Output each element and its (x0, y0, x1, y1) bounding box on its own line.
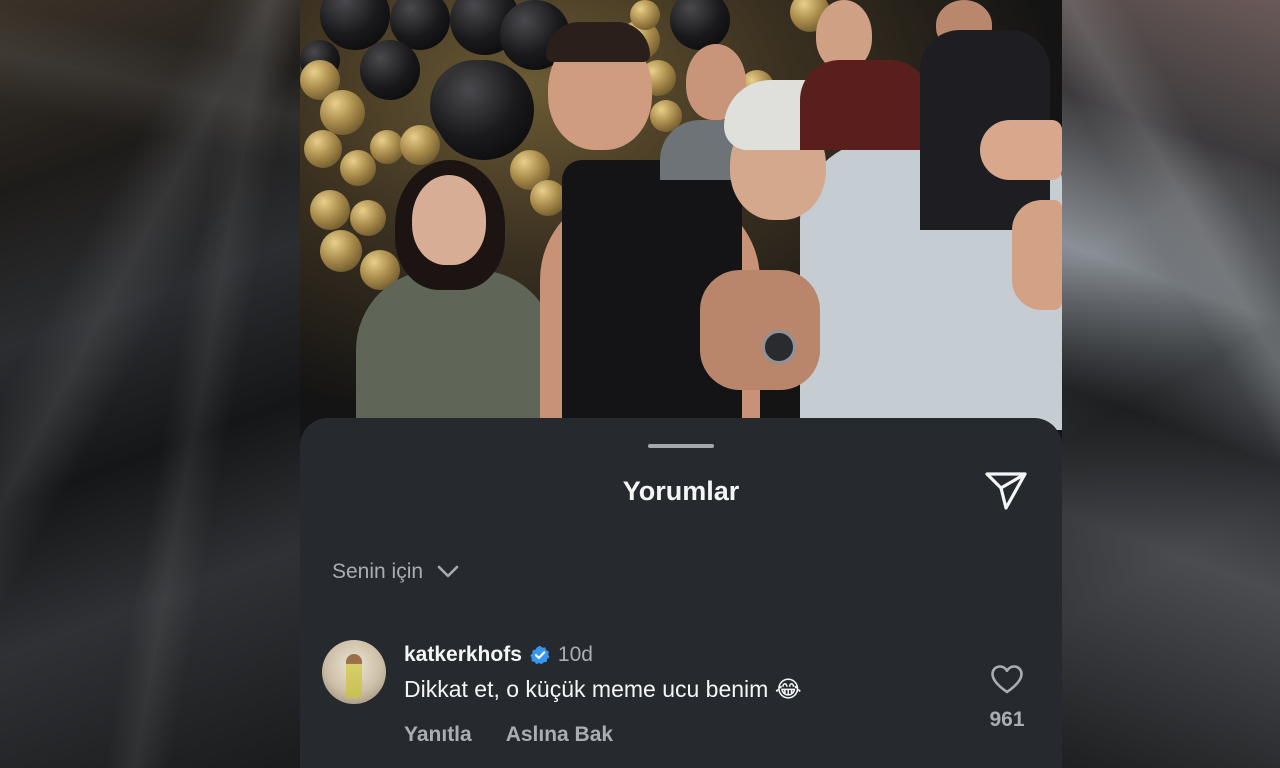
balloon (320, 90, 365, 135)
avatar-figure (346, 654, 362, 698)
comments-sheet: Yorumlar Senin için katkerkhofs 10d Dikk… (300, 418, 1062, 768)
comment-actions: Yanıtla Aslına Bak (404, 723, 613, 747)
comment-item: katkerkhofs 10d Dikkat et, o küçük meme … (322, 640, 1040, 768)
person-hand (980, 120, 1062, 180)
balloon (340, 150, 376, 186)
person-body (800, 60, 930, 150)
balloon (310, 190, 350, 230)
comment-meta: katkerkhofs 10d (404, 643, 593, 667)
reply-button[interactable]: Yanıtla (404, 723, 472, 747)
send-icon[interactable] (984, 468, 1028, 512)
comment-sort-dropdown[interactable]: Senin için (332, 560, 459, 584)
person-hair (546, 22, 650, 62)
person-woman (356, 270, 556, 430)
balloon (434, 60, 534, 160)
balloon (320, 230, 362, 272)
comment-text: Dikkat et, o küçük meme ucu benim 😂 (404, 676, 802, 702)
person-arm (700, 270, 820, 390)
blurred-background-left (0, 0, 300, 768)
post-photo[interactable] (300, 0, 1062, 430)
verified-badge-icon (530, 645, 550, 665)
person-face (412, 175, 486, 265)
balloon (360, 40, 420, 100)
balloon (400, 125, 440, 165)
chevron-down-icon (437, 565, 459, 578)
sheet-title: Yorumlar (622, 476, 740, 506)
balloon (530, 180, 566, 216)
sheet-grabber[interactable] (648, 444, 714, 448)
balloon (670, 0, 730, 50)
comment-username[interactable]: katkerkhofs (404, 643, 522, 667)
see-translation-button[interactable]: Aslına Bak (506, 723, 613, 747)
screen: Yorumlar Senin için katkerkhofs 10d Dikk… (0, 0, 1280, 768)
like-control: 961 (982, 664, 1032, 732)
blurred-background-right (1062, 0, 1280, 768)
heart-icon[interactable] (990, 664, 1024, 694)
like-count: 961 (989, 708, 1025, 731)
comment-timestamp: 10d (557, 643, 593, 666)
balloon (350, 200, 386, 236)
avatar[interactable] (322, 640, 386, 704)
balloon (304, 130, 342, 168)
person-hand (1012, 200, 1062, 310)
watch (762, 330, 796, 364)
balloon (370, 130, 404, 164)
balloon (630, 0, 660, 30)
sort-label: Senin için (332, 560, 424, 583)
